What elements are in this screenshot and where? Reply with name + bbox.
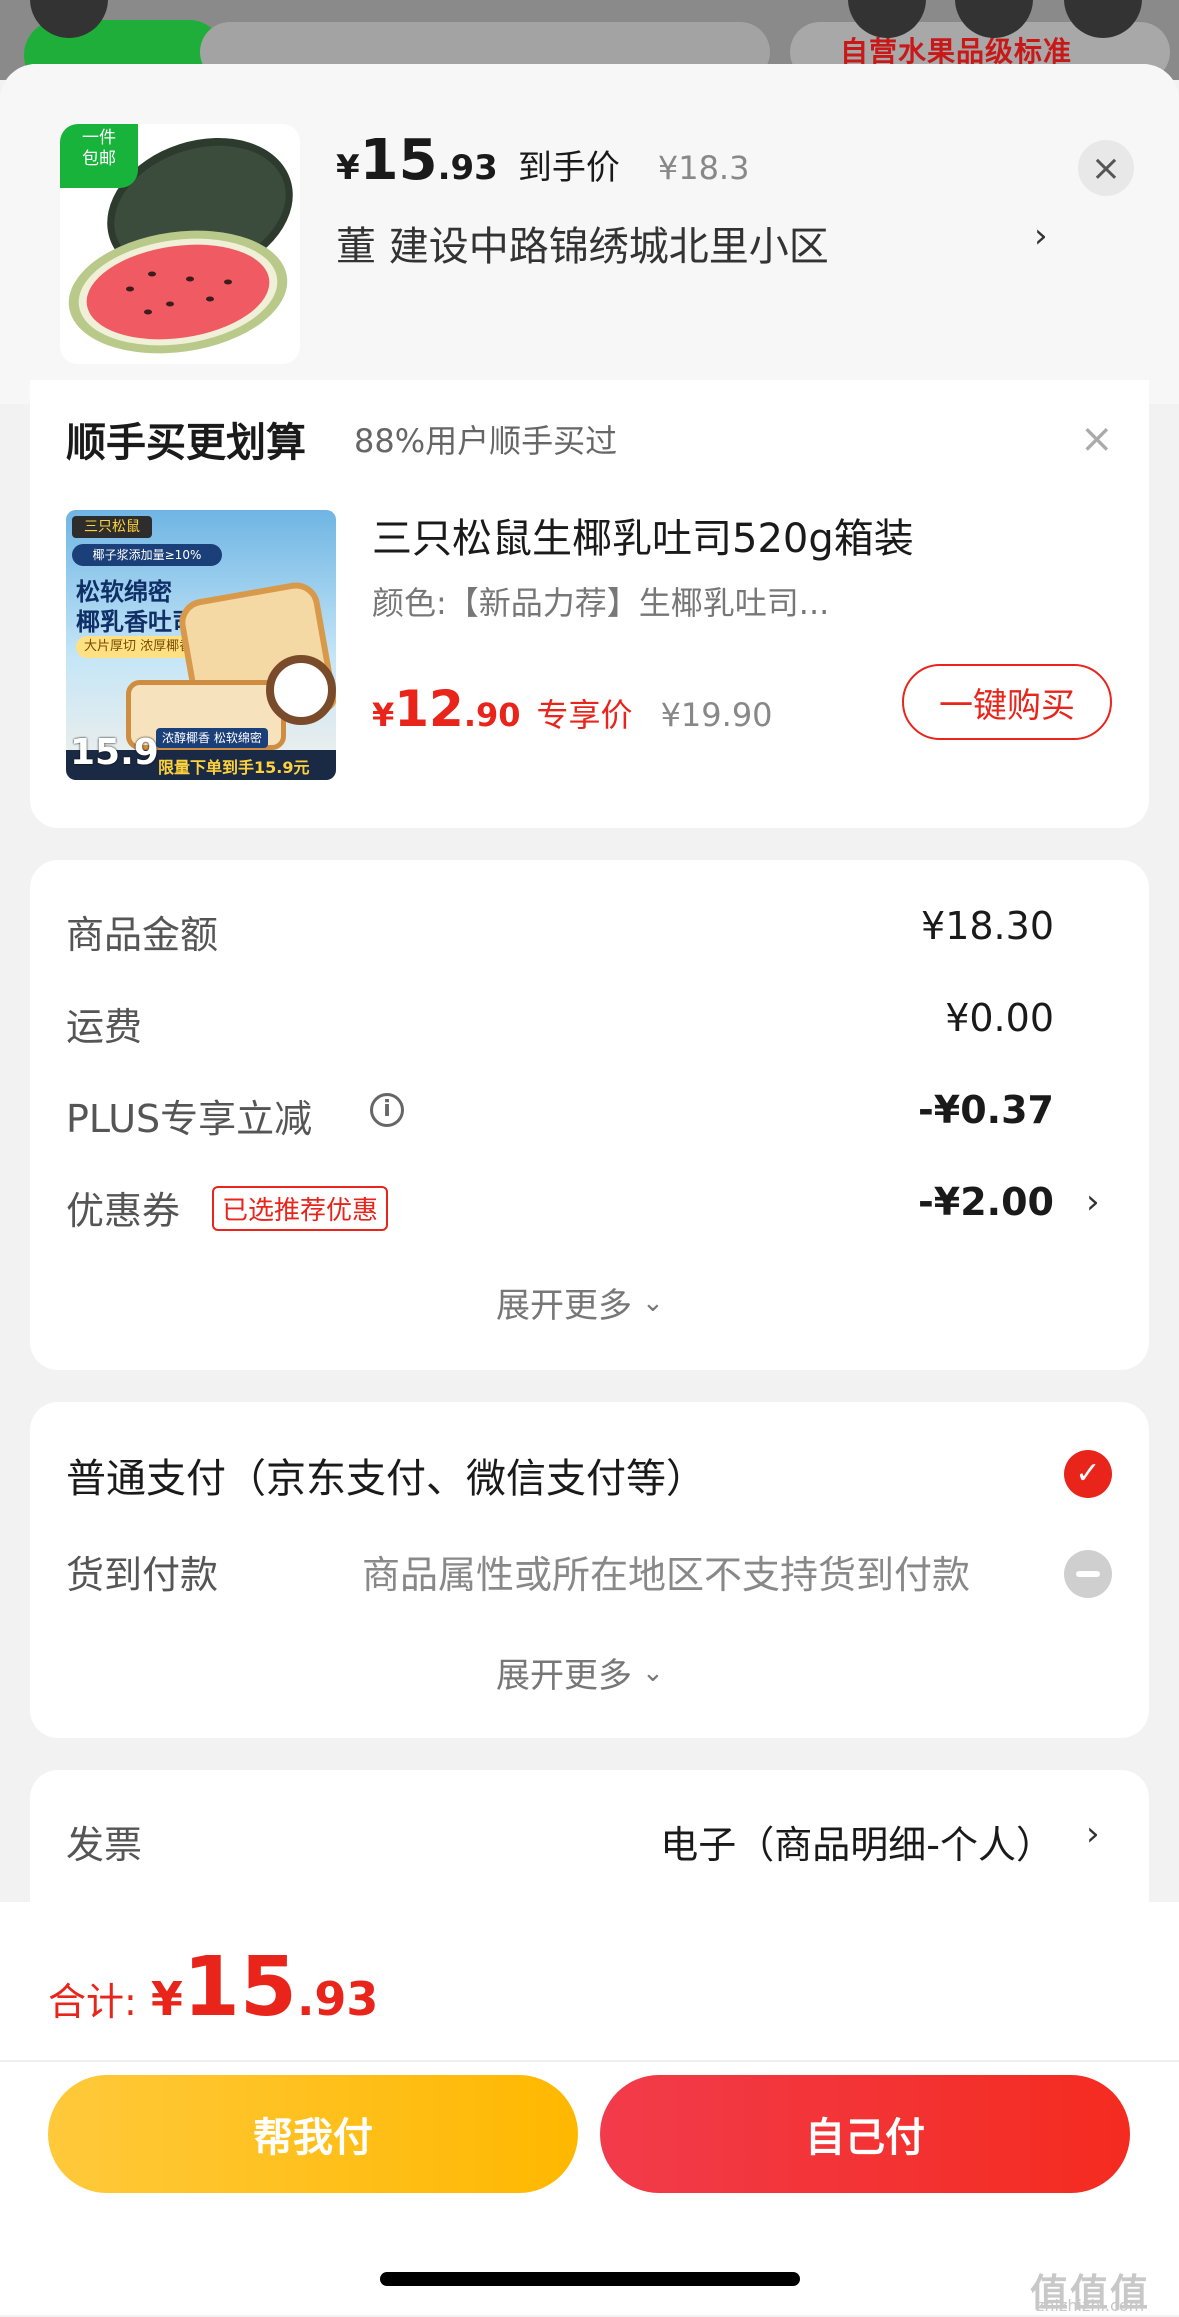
free-shipping-tag: 一件 包邮 [60, 124, 138, 188]
expand-more-label: 展开更多 [496, 1656, 632, 1696]
invoice-value[interactable]: 电子（商品明细-个人） [600, 1814, 1054, 1869]
expand-more-label: 展开更多 [496, 1286, 632, 1326]
summary-label-coupon: 优惠券 [66, 1189, 181, 1233]
delivery-address[interactable]: 董 建设中路锦绣城北里小区 [336, 214, 829, 272]
expand-more-button[interactable]: 展开更多 ⌄ [496, 1648, 664, 1697]
chevron-down-icon: ⌄ [642, 1287, 664, 1318]
price-label: 到手价 [517, 148, 620, 188]
header-price: ¥ 15 .93 到手价 ¥18.3 [336, 128, 750, 193]
payment-option-normal[interactable]: 普通支付（京东支付、微信支付等） [66, 1446, 706, 1504]
price-int: 12 [394, 680, 464, 738]
chevron-right-icon[interactable]: › [1034, 216, 1048, 256]
coupon-recommended-tag: 已选推荐优惠 [212, 1186, 389, 1231]
self-pay-button[interactable]: 自己付 [600, 2075, 1130, 2193]
chevron-right-icon[interactable]: › [1086, 1814, 1100, 1854]
summary-label-plus: PLUS专享立减 [66, 1097, 313, 1141]
minus-bar [1076, 1571, 1100, 1577]
price-symbol: ¥ [372, 696, 395, 734]
price-int: 15 [359, 128, 438, 193]
price-symbol: ¥ [336, 148, 360, 188]
summary-label-shipping: 运费 [66, 1005, 143, 1049]
upsell-title: 顺手买更划算 [66, 420, 306, 466]
cod-unavailable-note: 商品属性或所在地区不支持货到付款 [362, 1553, 971, 1597]
upsell-price: ¥ 12 .90 专享价 ¥19.90 [372, 680, 773, 738]
info-icon[interactable]: i [370, 1093, 404, 1127]
upsell-subtitle: 88%用户顺手买过 [354, 422, 618, 460]
expand-more-button[interactable]: 展开更多 ⌄ [496, 1278, 664, 1327]
image-badge-price: 15.9 [70, 732, 159, 773]
chevron-right-icon[interactable]: › [1086, 1182, 1100, 1222]
brand-logo: 三只松鼠 [72, 516, 152, 538]
invoice-label: 发票 [66, 1823, 143, 1867]
close-icon[interactable]: × [1078, 140, 1134, 196]
price-int: 15 [182, 1940, 297, 2035]
coconut-image [266, 655, 336, 725]
payment-option-cod: 货到付款 [66, 1553, 219, 1597]
summary-value-goods: ¥18.30 [921, 904, 1054, 948]
disabled-icon [1064, 1550, 1112, 1598]
original-price: ¥18.3 [657, 149, 750, 187]
summary-value-coupon[interactable]: -¥2.00 [754, 1180, 1054, 1224]
original-price: ¥19.90 [660, 696, 773, 734]
upsell-product-image[interactable]: 三只松鼠 椰子浆添加量≥10% 松软绵密 椰乳香吐司 大片厚切 浓厚椰香 浓醇椰… [66, 510, 336, 780]
image-footer-text: 限量下单到手15.9元 [158, 758, 310, 777]
site-watermark-url: zhizhizhi.com [1036, 2296, 1145, 2315]
price-dec: .93 [437, 148, 498, 188]
close-icon[interactable]: × [1080, 416, 1114, 462]
upsell-product-spec[interactable]: 颜色:【新品力荐】生椰乳吐司... [372, 578, 829, 624]
footer-divider [0, 2060, 1179, 2062]
price-dec: .93 [296, 1972, 379, 2026]
image-tag: 椰子浆添加量≥10% [72, 544, 222, 566]
one-click-buy-button[interactable]: 一键购买 [902, 664, 1112, 740]
image-chip: 浓醇椰香 松软绵密 [156, 728, 268, 748]
price-dec: .90 [463, 696, 521, 734]
price-symbol: ¥ [150, 1972, 183, 2026]
help-pay-button[interactable]: 帮我付 [48, 2075, 578, 2193]
summary-value-plus: -¥0.37 [918, 1088, 1054, 1132]
chevron-down-icon: ⌄ [642, 1657, 664, 1688]
home-indicator [380, 2272, 800, 2286]
total-price: 合计: ¥ 15 .93 [48, 1940, 378, 2035]
summary-label-goods: 商品金额 [66, 913, 219, 957]
checkmark-icon[interactable]: ✓ [1064, 1450, 1112, 1498]
upsell-product-name[interactable]: 三只松鼠生椰乳吐司520g箱装 [372, 506, 914, 564]
total-label: 合计: [48, 1980, 137, 2024]
summary-value-shipping: ¥0.00 [945, 996, 1054, 1040]
image-headline-2: 椰乳香吐司 [76, 608, 196, 636]
price-label: 专享价 [536, 696, 633, 734]
product-thumbnail: 一件 包邮 [60, 124, 300, 364]
